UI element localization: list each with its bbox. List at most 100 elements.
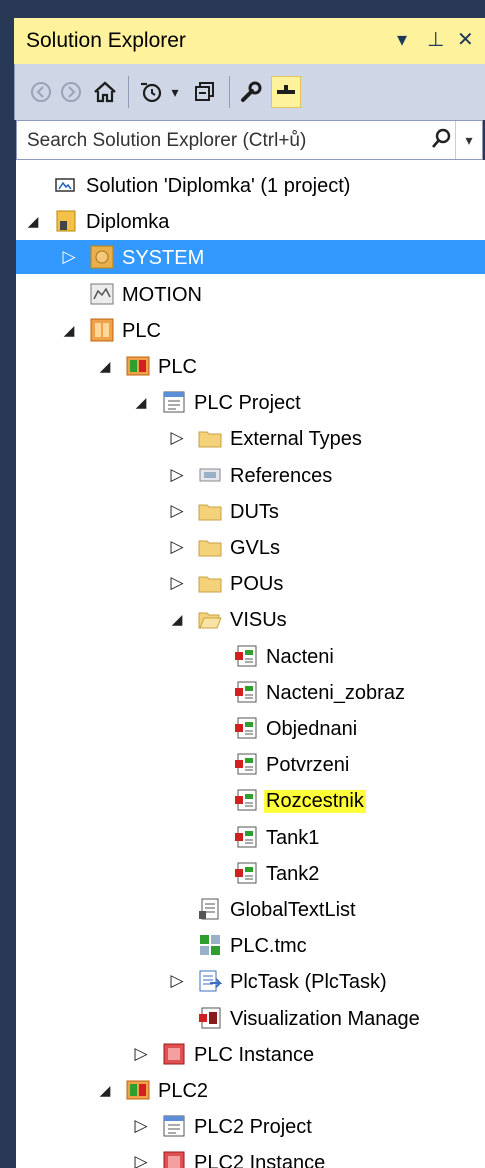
tree-item[interactable]: ◢ PLC Project: [16, 385, 485, 419]
tree-item[interactable]: ◢ Diplomka: [16, 204, 485, 238]
solution-explorer-toolbar: ▾: [14, 64, 485, 120]
plc-instance-icon: [162, 1042, 186, 1066]
back-icon: [31, 82, 51, 102]
task-icon: [198, 969, 223, 993]
tree-item[interactable]: ▷ POUs: [16, 566, 485, 600]
home-button[interactable]: [91, 76, 119, 108]
expanded-arrow-icon[interactable]: ◢: [132, 391, 150, 413]
folder-icon: [198, 426, 222, 450]
collapsed-arrow-icon[interactable]: ▷: [132, 1115, 150, 1137]
tree-item-label: PLC2 Instance: [194, 1152, 326, 1168]
tree-item-label: Objednani: [266, 718, 358, 740]
tree-item-label: PLC: [158, 356, 197, 378]
collapsed-arrow-icon[interactable]: ▷: [168, 464, 186, 486]
references-icon: [198, 463, 222, 487]
tree-item-label: Visualization Manage: [230, 1007, 420, 1030]
solution-explorer-panel: Solution Explorer ▾ ⊥ ✕ ▾ Search Solutio…: [0, 0, 485, 1168]
history-icon: [141, 82, 162, 103]
tree-item[interactable]: Tank1: [16, 820, 485, 854]
expanded-arrow-icon[interactable]: ◢: [168, 608, 186, 630]
expanded-arrow-icon[interactable]: ◢: [96, 1079, 114, 1101]
tree-item[interactable]: Potvrzeni: [16, 747, 485, 781]
tree-item[interactable]: Visualization Manage: [16, 1001, 485, 1035]
collapse-all-button[interactable]: [191, 76, 219, 108]
tree-item[interactable]: PLC.tmc: [16, 928, 485, 962]
tree-item[interactable]: ▷ PLC Instance: [16, 1037, 485, 1071]
tree-item[interactable]: ▷ External Types: [16, 421, 485, 455]
window-position-dropdown-icon[interactable]: ▾: [397, 27, 407, 53]
folder-icon: [198, 535, 222, 559]
collapsed-arrow-icon[interactable]: ▷: [168, 970, 186, 992]
tmc-icon: [198, 933, 222, 957]
tree-item-label: GVLs: [230, 537, 281, 559]
pin-icon[interactable]: ⊥: [427, 27, 444, 53]
tree-item-label: Potvrzeni: [266, 754, 350, 777]
pending-changes-filter-button[interactable]: [137, 76, 165, 108]
tree-item[interactable]: ▷ PlcTask (PlcTask): [16, 964, 485, 998]
visualization-manager-icon: [198, 1006, 222, 1030]
properties-button[interactable]: [237, 76, 265, 108]
search-box[interactable]: Search Solution Explorer (Ctrl+ů) ▾: [16, 120, 483, 160]
tree-item-label: MOTION: [122, 283, 202, 306]
twincat-project-icon: [54, 209, 78, 233]
tree-item[interactable]: Nacteni: [16, 639, 485, 673]
text-list-icon: [198, 897, 222, 921]
tree-item-label: Rozcestnik: [264, 790, 366, 814]
search-options-dropdown-icon[interactable]: ▾: [455, 121, 482, 159]
collapsed-arrow-icon[interactable]: ▷: [132, 1151, 150, 1168]
search-icon[interactable]: [430, 127, 452, 157]
tree-item-label: PLC.tmc: [230, 935, 307, 958]
expanded-arrow-icon[interactable]: ◢: [60, 319, 78, 341]
tree-item-label: SYSTEM: [122, 247, 205, 270]
expanded-arrow-icon[interactable]: ◢: [24, 210, 42, 232]
preview-selected-items-button[interactable]: [271, 76, 301, 108]
tree-item[interactable]: Nacteni_zobraz: [16, 675, 485, 709]
tree-item[interactable]: ▷ References: [16, 458, 485, 492]
tree-item-label: PLC2 Project: [194, 1116, 312, 1139]
tree-item[interactable]: Objednani: [16, 711, 485, 745]
tree-item[interactable]: ▷ PLC2 Project: [16, 1109, 485, 1143]
tree-item-label: Nacteni: [266, 645, 334, 668]
tree-item-label: PlcTask (PlcTask): [230, 971, 387, 994]
tree-item[interactable]: MOTION: [16, 277, 485, 311]
plc-instance-icon: [162, 1150, 186, 1168]
home-icon: [94, 81, 116, 103]
close-icon[interactable]: ✕: [457, 27, 474, 53]
collapsed-arrow-icon[interactable]: ▷: [168, 500, 186, 522]
collapsed-arrow-icon[interactable]: ▷: [168, 572, 186, 594]
system-gear-icon: [90, 245, 114, 269]
preview-icon: [277, 85, 295, 94]
back-button[interactable]: [29, 76, 53, 108]
history-dropdown-icon[interactable]: ▾: [167, 76, 183, 108]
forward-button[interactable]: [59, 76, 83, 108]
tree-item[interactable]: ◢ PLC2: [16, 1073, 485, 1107]
tree-item[interactable]: ▷ GVLs: [16, 530, 485, 564]
tree-item-label: POUs: [230, 573, 284, 596]
tree-item[interactable]: ◢ PLC: [16, 313, 485, 347]
tree-item[interactable]: ▷ SYSTEM: [16, 240, 485, 275]
collapsed-arrow-icon[interactable]: ▷: [60, 246, 78, 268]
tree-item-label: Nacteni_zobraz: [266, 681, 405, 704]
collapsed-arrow-icon[interactable]: ▷: [168, 427, 186, 449]
search-input[interactable]: Search Solution Explorer (Ctrl+ů): [27, 130, 306, 152]
plc-module-icon: [126, 354, 150, 378]
tree-item[interactable]: Solution 'Diplomka' (1 project): [16, 168, 485, 202]
motion-icon: [90, 282, 114, 306]
tree-item[interactable]: Rozcestnik: [16, 783, 485, 817]
expanded-arrow-icon[interactable]: ◢: [96, 355, 114, 377]
tree-item[interactable]: GlobalTextList: [16, 892, 485, 926]
tree-item[interactable]: ▷ PLC2 Instance: [16, 1145, 485, 1168]
tree-item[interactable]: ▷ DUTs: [16, 494, 485, 528]
tree-item[interactable]: ◢ VISUs: [16, 602, 485, 636]
tree-item-label: DUTs: [230, 500, 279, 523]
plc-folder-icon: [90, 318, 114, 342]
tree-item-label: PLC Instance: [194, 1043, 315, 1066]
visualization-icon: [234, 825, 258, 849]
tree-item-label: Tank2: [266, 862, 320, 885]
tree-item-label: Diplomka: [86, 211, 170, 234]
visualization-icon: [234, 716, 258, 740]
tree-item[interactable]: Tank2: [16, 856, 485, 890]
tree-item[interactable]: ◢ PLC: [16, 349, 485, 383]
collapsed-arrow-icon[interactable]: ▷: [168, 536, 186, 558]
collapsed-arrow-icon[interactable]: ▷: [132, 1043, 150, 1065]
